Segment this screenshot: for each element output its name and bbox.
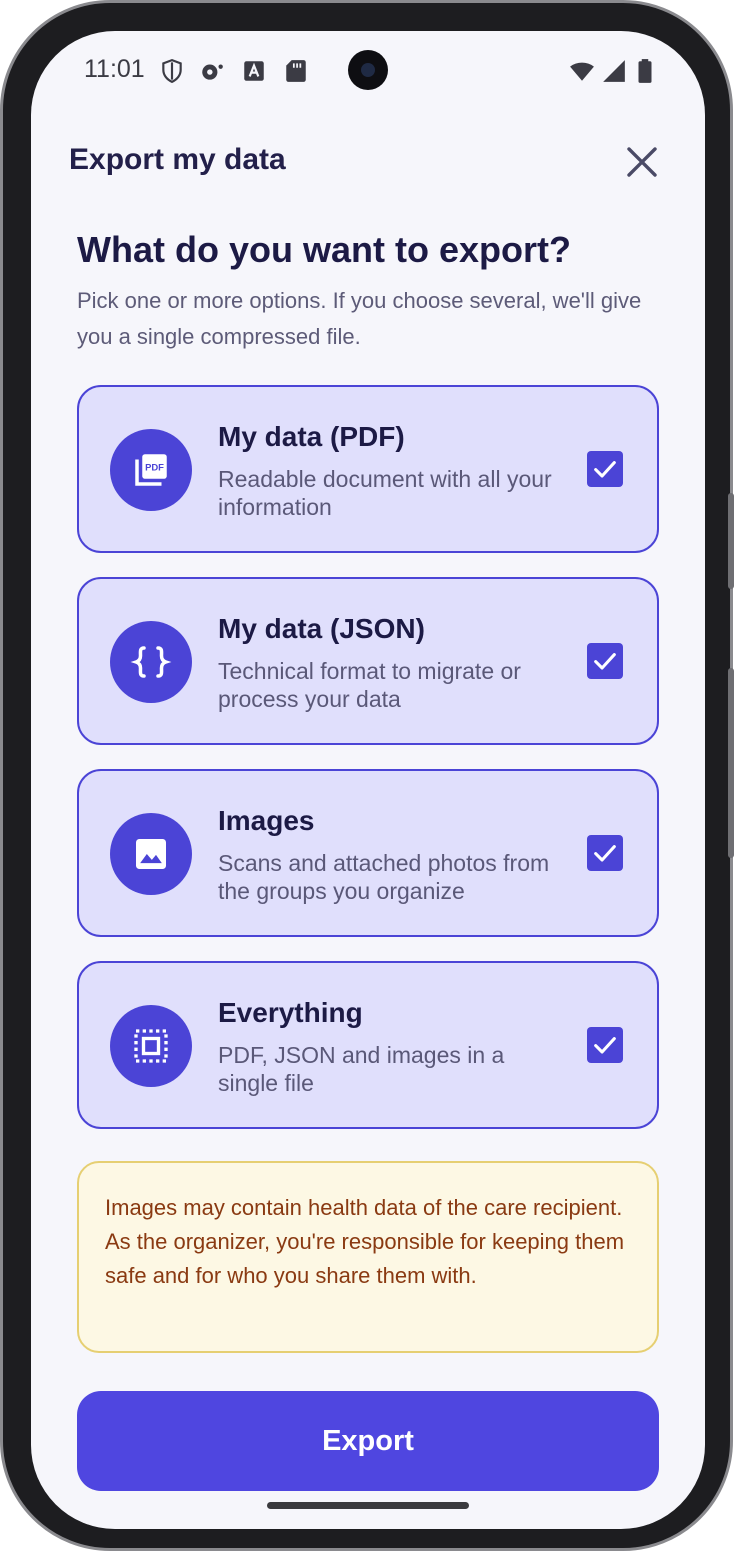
option-icon-circle (110, 813, 192, 895)
page-heading: What do you want to export? (77, 229, 571, 270)
screen-title: Export my data (69, 143, 286, 176)
braces-icon (130, 646, 172, 678)
option-checkbox[interactable] (587, 451, 623, 487)
option-title: My data (JSON) (218, 613, 425, 644)
option-description: Scans and attached photos from the group… (218, 850, 550, 904)
signal-icon (603, 60, 625, 82)
front-camera (348, 50, 388, 90)
select-all-icon (134, 1029, 168, 1063)
pdf-icon: PDF (135, 454, 167, 486)
option-title: My data (PDF) (218, 421, 405, 452)
phone-frame: 11:01 Export my data What do you want to… (0, 0, 734, 1551)
volume-up-button (728, 493, 734, 589)
image-icon (136, 839, 166, 869)
sd-card-icon (286, 60, 306, 82)
option-description: PDF, JSON and images in a single file (218, 1042, 505, 1096)
status-bar: 11:01 (31, 31, 705, 107)
close-button[interactable] (621, 141, 663, 183)
option-title: Everything (218, 997, 363, 1028)
gesture-home-bar[interactable] (267, 1502, 469, 1509)
option-description: Readable document with all your informat… (218, 466, 552, 520)
option-icon-circle: PDF (110, 429, 192, 511)
check-icon (594, 1037, 616, 1054)
option-icon-circle (110, 1005, 192, 1087)
font-icon (244, 61, 264, 81)
option-description: Technical format to migrate or process y… (218, 658, 521, 712)
privacy-warning: Images may contain health data of the ca… (77, 1161, 659, 1353)
wifi-icon (570, 62, 594, 81)
option-checkbox[interactable] (587, 643, 623, 679)
option-checkbox[interactable] (587, 835, 623, 871)
option-card-pdf[interactable]: PDF My data (PDF) Readable document with… (77, 385, 659, 553)
svg-text:PDF: PDF (145, 463, 164, 474)
export-button[interactable]: Export (77, 1391, 659, 1491)
app-screen: 11:01 Export my data What do you want to… (31, 31, 705, 1529)
assistant-icon (202, 64, 223, 80)
status-time: 11:01 (84, 55, 145, 83)
option-card-images[interactable]: Images Scans and attached photos from th… (77, 769, 659, 937)
battery-icon (638, 59, 652, 83)
page-description: Pick one or more options. If you choose … (77, 288, 642, 349)
side-button (728, 668, 734, 858)
check-icon (594, 845, 616, 862)
shield-icon (162, 59, 182, 84)
close-icon[interactable] (621, 141, 663, 183)
option-card-everything[interactable]: Everything PDF, JSON and images in a sin… (77, 961, 659, 1129)
option-title: Images (218, 805, 315, 836)
option-checkbox[interactable] (587, 1027, 623, 1063)
option-icon-circle (110, 621, 192, 703)
check-icon (594, 461, 616, 478)
check-icon (594, 653, 616, 670)
option-card-json[interactable]: My data (JSON) Technical format to migra… (77, 577, 659, 745)
